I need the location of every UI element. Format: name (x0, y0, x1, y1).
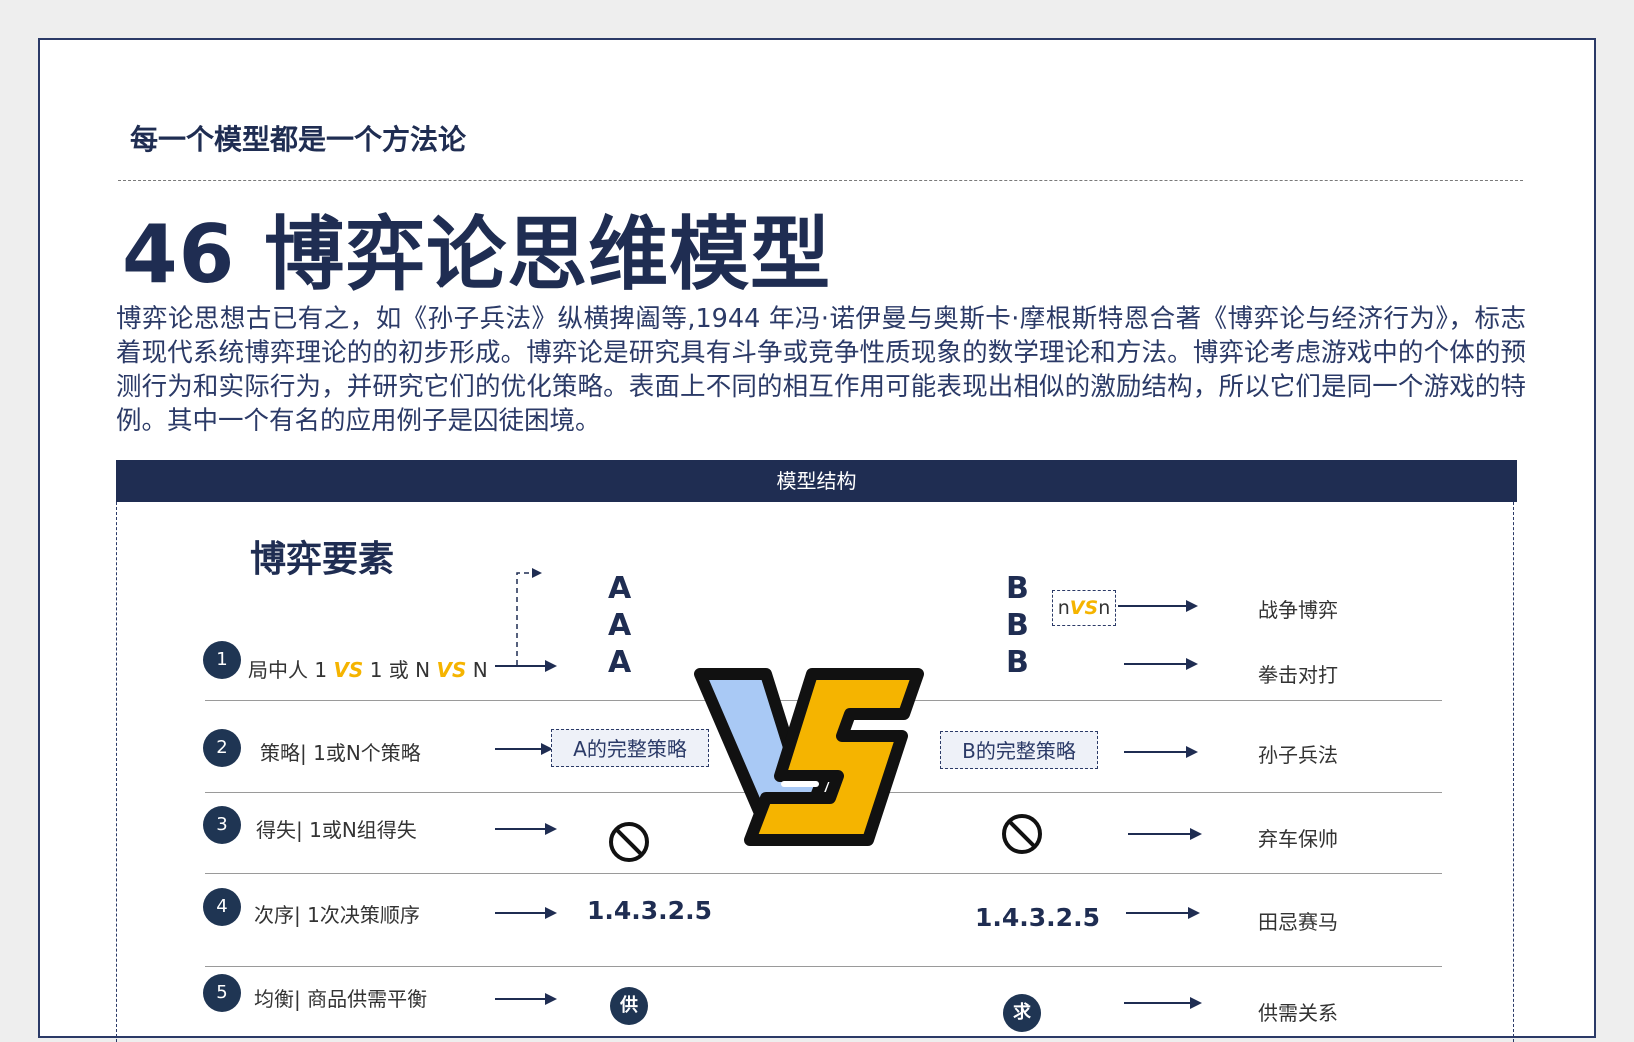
row4-arrow-b (1126, 907, 1200, 919)
row1-arrow-a (495, 660, 557, 672)
supply-badge: 供 (610, 987, 648, 1025)
row3-arrow-a (495, 823, 557, 835)
example-5: 田忌赛马 (1258, 910, 1338, 934)
n-vs-n-box: nVSn (1052, 590, 1116, 626)
row1-text-b: 1 或 N (363, 658, 437, 682)
example-1: 战争博弈 (1258, 598, 1338, 622)
side-b-letter-1: B (1006, 571, 1029, 606)
row4-arrow-a (495, 907, 557, 919)
nvs-left: n (1057, 597, 1070, 619)
divider (118, 180, 1523, 181)
section-title: 博弈要素 (250, 539, 395, 580)
intro-paragraph: 博弈论思想古已有之，如《孙子兵法》纵横捭阖等,1944 年冯·诺伊曼与奥斯卡·摩… (116, 304, 1526, 436)
prohibited-icon (1002, 814, 1042, 854)
side-a-letter-1: A (608, 571, 632, 606)
example-3: 孙子兵法 (1258, 743, 1338, 767)
row5-arrow-b (1124, 997, 1202, 1009)
row-separator (205, 873, 1442, 874)
side-a-letter-2: A (608, 608, 632, 643)
row-label-5: 均衡| 商品供需平衡 (254, 987, 428, 1011)
example-2: 拳击对打 (1258, 663, 1338, 687)
row1-vs-b: VS (436, 658, 467, 682)
demand-badge: 求 (1003, 994, 1041, 1032)
sequence-a: 1.4.3.2.5 (587, 896, 712, 925)
row-number-1: 1 (203, 641, 241, 679)
strategy-b-box: B的完整策略 (940, 731, 1098, 769)
section-banner: 模型结构 (116, 460, 1517, 502)
page-title: 46 博弈论思维模型 (122, 208, 832, 301)
example-4: 弃车保帅 (1258, 827, 1338, 851)
row-label-4: 次序| 1次决策顺序 (254, 903, 420, 927)
row-label-2: 策略| 1或N个策略 (260, 741, 421, 765)
row-number-5: 5 (203, 974, 241, 1012)
row1-arrow-b1 (1118, 600, 1198, 612)
row2-arrow-a (495, 743, 553, 755)
vs-emblem (694, 668, 924, 846)
row-label-1: 局中人 1 VS 1 或 N VS N (248, 654, 488, 683)
row-number-2: 2 (203, 729, 241, 767)
page-subtitle: 每一个模型都是一个方法论 (130, 123, 467, 156)
side-a-letter-3: A (608, 645, 632, 680)
row3-arrow-b (1128, 828, 1202, 840)
row-number-4: 4 (203, 888, 241, 926)
sequence-b: 1.4.3.2.5 (975, 903, 1100, 932)
nvs-vs: VS (1069, 597, 1099, 619)
row-label-3: 得失| 1或N组得失 (256, 818, 417, 842)
row2-arrow-b (1124, 746, 1198, 758)
side-b-letter-3: B (1006, 645, 1029, 680)
side-b-letter-2: B (1006, 608, 1029, 643)
branch-arrow (516, 568, 542, 665)
nvs-right: n (1098, 597, 1111, 619)
row1-arrow-b2 (1124, 658, 1198, 670)
strategy-a-box: A的完整策略 (551, 729, 709, 767)
row1-text-a: 局中人 1 (248, 658, 334, 682)
row5-arrow-a (495, 993, 557, 1005)
row1-vs-a: VS (333, 658, 364, 682)
row-number-3: 3 (203, 806, 241, 844)
row-separator (205, 966, 1442, 967)
prohibited-icon (609, 822, 649, 862)
row1-text-c: N (466, 658, 488, 682)
example-6: 供需关系 (1258, 1001, 1338, 1025)
